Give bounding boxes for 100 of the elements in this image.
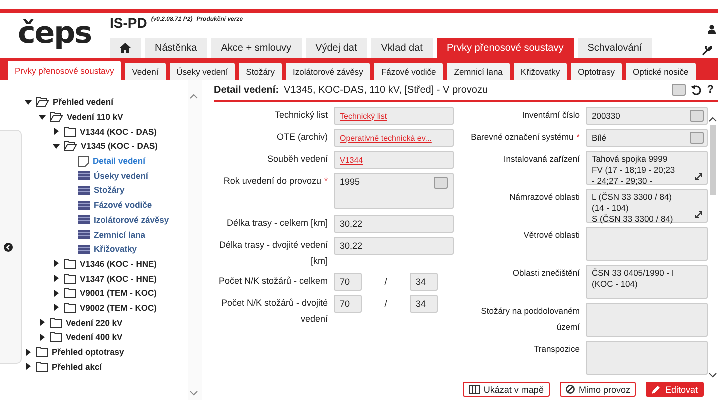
open-folder-icon bbox=[36, 97, 49, 108]
app-title: IS-PD bbox=[110, 15, 148, 31]
collapsed-caret-icon[interactable] bbox=[25, 363, 32, 370]
sub-tab[interactable]: Izolátorové závěsy bbox=[286, 63, 370, 80]
input-field[interactable]: 1995 bbox=[334, 173, 454, 209]
separator-label: / bbox=[384, 277, 388, 287]
main-tab[interactable]: Prvky přenosové soustavy bbox=[436, 38, 574, 58]
collapsed-caret-icon[interactable] bbox=[53, 128, 60, 136]
expanded-caret-icon[interactable] bbox=[39, 114, 46, 121]
field-link[interactable]: V1344 bbox=[340, 156, 364, 164]
toggle-checkbox[interactable] bbox=[672, 84, 686, 96]
scroll-down-icon[interactable] bbox=[709, 373, 717, 378]
detail-subtitle: V1345, KOC-DAS, 110 kV, [Střed] - V provozu bbox=[284, 84, 488, 96]
field-label: Délka trasy - dvojité vedení [km] bbox=[219, 240, 328, 266]
folder-icon bbox=[64, 126, 76, 137]
tree-item[interactable]: Přehled akcí bbox=[52, 362, 102, 372]
input-field[interactable]: 34 bbox=[410, 295, 438, 313]
tree-item[interactable]: V9002 (TEM - KOC) bbox=[80, 302, 157, 313]
tree-item[interactable]: Přehled vedení bbox=[53, 97, 114, 108]
collapse-icon bbox=[4, 242, 13, 252]
pencil-icon bbox=[652, 385, 662, 394]
field-link[interactable]: Operativně technická ev... bbox=[340, 134, 432, 142]
sub-tab[interactable]: Úseky vedení bbox=[170, 63, 236, 80]
collapsed-caret-icon[interactable] bbox=[39, 334, 46, 341]
table-icon bbox=[78, 215, 90, 224]
input-field[interactable]: 200330 bbox=[586, 107, 708, 125]
side-panel-handle[interactable] bbox=[0, 130, 22, 364]
tree-item[interactable]: V1347 (KOC - HNE) bbox=[80, 274, 157, 284]
expand-icon[interactable] bbox=[695, 211, 703, 219]
input-field[interactable]: 70 bbox=[334, 273, 362, 291]
input-field[interactable]: 30,22 bbox=[334, 215, 454, 233]
field-label: Počet N/K stožárů - celkem bbox=[218, 276, 328, 286]
sub-tab[interactable]: Fázové vodiče bbox=[374, 63, 444, 80]
edit-button[interactable]: Editovat bbox=[646, 382, 704, 397]
folder-icon bbox=[50, 332, 62, 342]
collapsed-caret-icon[interactable] bbox=[53, 304, 60, 312]
main-tab[interactable]: Vklad dat bbox=[371, 38, 433, 58]
help-button[interactable]: ? bbox=[707, 84, 714, 96]
expanded-caret-icon[interactable] bbox=[53, 142, 60, 150]
input-field[interactable]: Bílé bbox=[586, 129, 708, 147]
collapsed-caret-icon[interactable] bbox=[25, 348, 32, 356]
text-area[interactable]: Tahová spojka 9999 FV (17 - 18;19 - 20;23 - 24;27 - 29;30 - bbox=[586, 151, 708, 185]
out-of-service-button[interactable]: Mimo provoz bbox=[560, 382, 636, 397]
table-icon bbox=[78, 200, 90, 210]
company-logo: čeps bbox=[18, 17, 92, 53]
tree-item[interactable]: Křižovatky bbox=[94, 244, 137, 254]
tree-item[interactable]: Detail vedení bbox=[93, 156, 148, 166]
text-area[interactable]: ČSN 33 0405/1990 - I (KOC - 104) bbox=[586, 265, 708, 299]
field-label: Délka trasy - celkem [km] bbox=[226, 218, 328, 228]
sub-tab[interactable]: Stožáry bbox=[239, 63, 282, 80]
tree-item[interactable]: Fázové vodiče bbox=[94, 200, 152, 210]
main-tab[interactable]: Schvalování bbox=[578, 38, 652, 58]
table-icon bbox=[78, 171, 90, 180]
main-tab[interactable]: Akce + smlouvy bbox=[211, 38, 302, 58]
tree-item[interactable]: V9001 (TEM - KOC) bbox=[80, 288, 157, 298]
field-label: Počet N/K stožárů - dvojité vedení bbox=[221, 298, 328, 324]
tree-item[interactable]: Vedení 110 kV bbox=[67, 112, 124, 122]
field-link[interactable]: Technický list bbox=[340, 112, 388, 120]
sub-tab[interactable]: Vedení bbox=[125, 63, 166, 80]
expand-icon[interactable] bbox=[695, 173, 703, 181]
tree-item[interactable]: Stožáry bbox=[94, 185, 125, 196]
sub-tab[interactable]: Optické nosiče bbox=[626, 63, 696, 80]
sub-tab[interactable]: Křižovatky bbox=[514, 63, 568, 80]
tree-item[interactable]: Vedení 220 kV bbox=[66, 318, 123, 328]
map-button[interactable]: Ukázat v mapě bbox=[462, 382, 550, 397]
tree-item[interactable]: V1344 (KOC - DAS) bbox=[80, 126, 157, 137]
field-label: Námrazové oblasti bbox=[510, 192, 580, 202]
input-field[interactable]: 30,22 bbox=[334, 237, 454, 255]
tree-item[interactable]: Přehled optotrasy bbox=[52, 347, 124, 358]
sub-tab[interactable]: Zemnicí lana bbox=[447, 63, 510, 80]
field-label: Inventární číslo bbox=[522, 110, 580, 120]
tree-item[interactable]: Izolátorové závěsy bbox=[94, 214, 170, 225]
input-field[interactable]: 70 bbox=[334, 295, 362, 313]
collapsed-caret-icon[interactable] bbox=[53, 260, 60, 268]
table-icon bbox=[78, 186, 90, 195]
collapsed-caret-icon[interactable] bbox=[53, 275, 60, 282]
field-label: Větrové oblasti bbox=[524, 230, 580, 240]
collapsed-caret-icon[interactable] bbox=[53, 290, 60, 297]
collapsed-caret-icon[interactable] bbox=[39, 319, 46, 326]
input-field[interactable]: 34 bbox=[410, 273, 438, 291]
main-tab[interactable]: Výdej dat bbox=[306, 38, 368, 58]
sub-tab[interactable]: Optotrasy bbox=[571, 63, 622, 80]
folder-icon bbox=[36, 362, 48, 372]
tree-item[interactable]: V1346 (KOC - HNE) bbox=[80, 258, 157, 269]
tree-item[interactable]: Úseky vedení bbox=[94, 170, 148, 181]
home-icon bbox=[120, 43, 131, 53]
tree-item[interactable]: Zemnicí lana bbox=[94, 230, 146, 240]
home-tab[interactable] bbox=[110, 38, 141, 58]
scroll-up-icon[interactable] bbox=[709, 117, 717, 122]
field-label: Stožáry na poddolovaném území bbox=[481, 306, 580, 332]
undo-icon[interactable] bbox=[691, 84, 702, 96]
expanded-caret-icon[interactable] bbox=[25, 98, 32, 106]
required-mark: * bbox=[576, 132, 580, 142]
tree-item[interactable]: V1345 (KOC - DAS) bbox=[81, 141, 158, 152]
sub-tab[interactable]: Prvky přenosové soustavy bbox=[8, 61, 122, 80]
required-mark: * bbox=[324, 176, 328, 186]
main-tab[interactable]: Nástěnka bbox=[145, 38, 208, 58]
text-area[interactable]: L (ČSN 33 3300 / 84) (14 - 104) S (ČSN 33 3300 / 84) bbox=[586, 189, 708, 223]
tree-item[interactable]: Vedení 400 kV bbox=[66, 332, 123, 342]
separator-label: / bbox=[384, 299, 388, 309]
